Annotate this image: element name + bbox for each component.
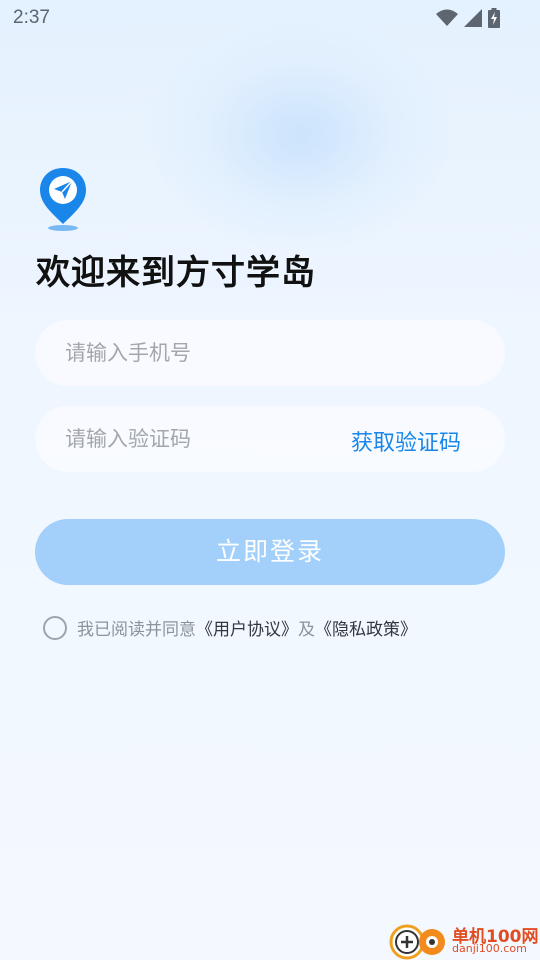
status-time: 2:37 xyxy=(13,7,50,28)
watermark: 单机100网 danji100.com xyxy=(388,920,540,960)
user-agreement-link[interactable]: 《用户协议》 xyxy=(196,615,298,640)
page-title: 欢迎来到方寸学岛 xyxy=(36,253,316,293)
agreement-and: 及 xyxy=(298,620,315,640)
watermark-url: danji100.com xyxy=(452,942,527,955)
background-glow xyxy=(150,20,450,250)
phone-field xyxy=(35,320,505,386)
code-field: 获取验证码 xyxy=(35,406,505,472)
signal-icon xyxy=(464,9,482,27)
watermark-logo xyxy=(389,924,445,960)
privacy-policy-link[interactable]: 《隐私政策》 xyxy=(315,615,417,640)
login-button[interactable]: 立即登录 xyxy=(35,519,505,585)
wifi-icon xyxy=(436,9,458,26)
status-icons xyxy=(436,8,500,28)
agreement-row: 我已阅读并同意 《用户协议》 及 《隐私政策》 xyxy=(43,615,417,640)
verification-code-input[interactable] xyxy=(65,406,325,472)
phone-input[interactable] xyxy=(65,320,475,386)
agree-checkbox[interactable] xyxy=(43,615,67,640)
agreement-prefix: 我已阅读并同意 xyxy=(77,620,196,640)
battery-charging-icon xyxy=(488,8,500,28)
map-pin-paper-plane-icon xyxy=(40,168,86,231)
get-code-button[interactable]: 获取验证码 xyxy=(351,425,461,457)
status-bar: 2:37 xyxy=(0,0,540,36)
